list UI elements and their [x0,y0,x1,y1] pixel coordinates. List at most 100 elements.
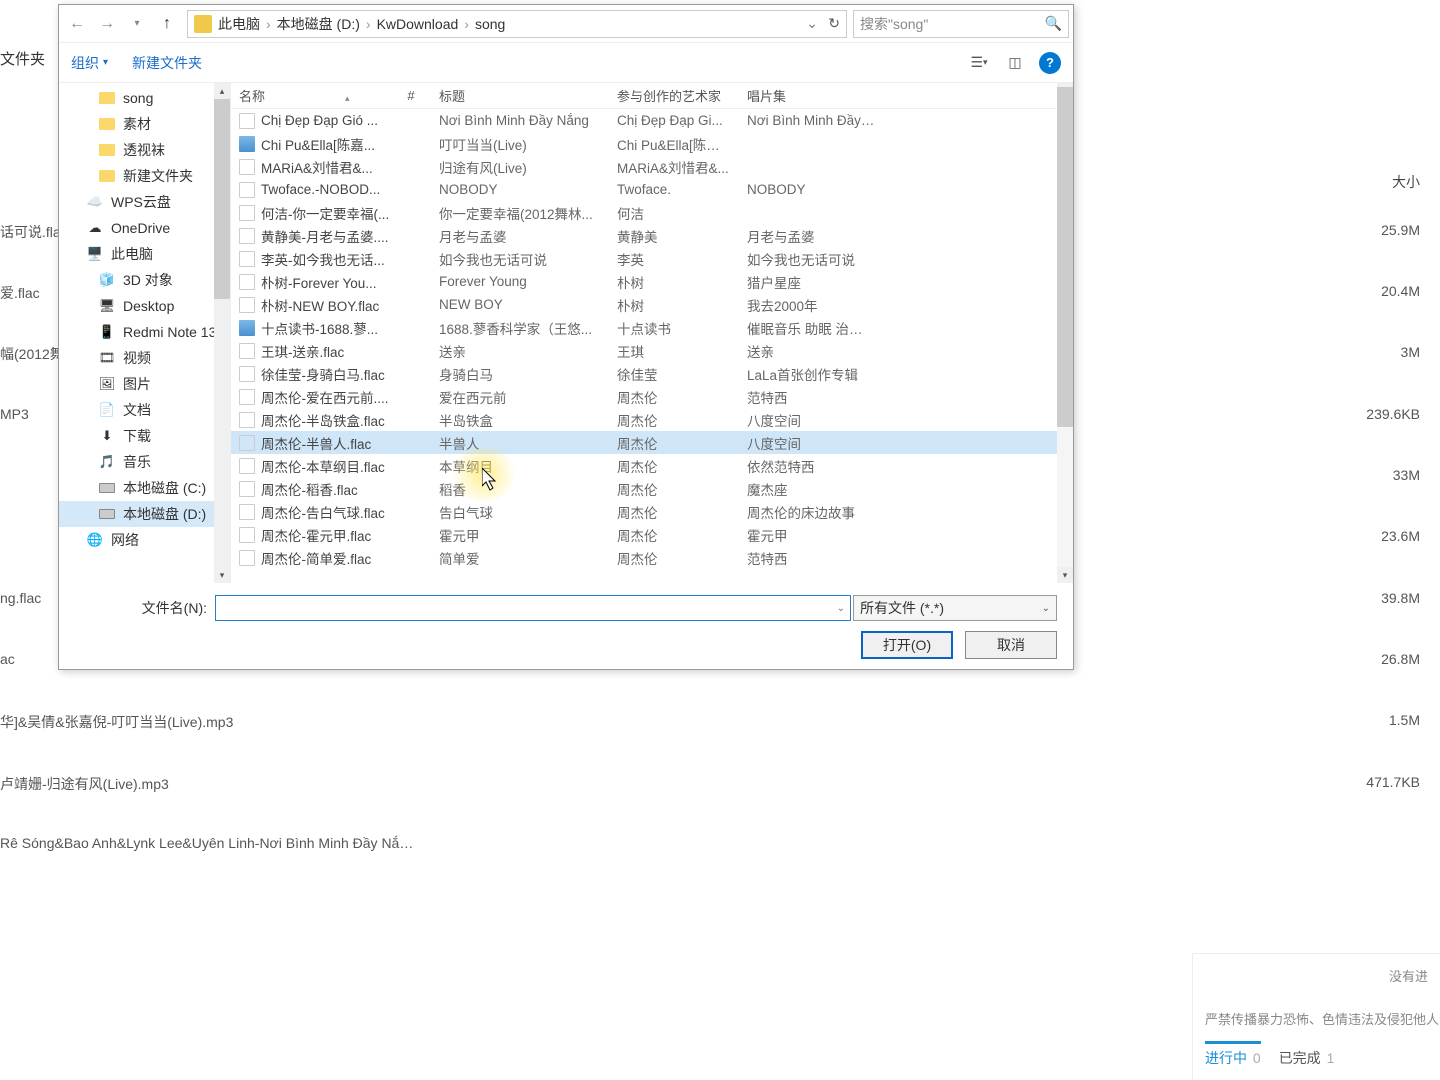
scroll-down-icon[interactable]: ▾ [214,567,230,583]
file-row[interactable]: 周杰伦-本草纲目.flac本草纲目周杰伦依然范特西 [231,454,1073,477]
sidebar-item[interactable]: 🌐网络 [59,527,230,553]
no-result-text: 没有进 [1205,966,1428,985]
nav-bar: ← → ▾ ↑ 此电脑› 本地磁盘 (D:)› KwDownload› song… [59,5,1073,43]
status-panel: 没有进 严禁传播暴力恐怖、色情违法及侵犯他人合法 进行中 0 已完成 1 [1192,953,1440,1080]
filename-input[interactable] [215,595,851,621]
file-icon [239,205,255,221]
bg-list-item[interactable]: 卢靖姗-归途有风(Live).mp3 [0,774,1440,794]
toolbar: 组织▾ 新建文件夹 ☰ ▾ ◫ ? [59,43,1073,83]
sidebar-scrollbar[interactable]: ▴ ▾ [214,83,230,583]
search-placeholder: 搜索"song" [860,14,928,34]
new-folder-button[interactable]: 新建文件夹 [132,53,202,73]
view-preview-icon[interactable]: ◫ [1003,51,1027,75]
bg-list-item[interactable]: 华]&吴倩&张嘉倪-叮叮当当(Live).mp3 [0,712,1440,732]
tree-label: 网络 [111,530,139,550]
video-icon: 🎞 [99,350,115,366]
bc-part[interactable]: 本地磁盘 (D:) [277,14,360,34]
refresh-button[interactable]: ↻ [828,15,840,32]
file-icon [239,274,255,290]
file-row[interactable]: 周杰伦-爱在西元前....爱在西元前周杰伦范特西 [231,385,1073,408]
search-input[interactable]: 搜索"song" 🔍 [853,10,1069,38]
file-row[interactable]: Twoface.-NOBOD...NOBODYTwoface.NOBODY [231,178,1073,201]
sidebar-item[interactable]: 本地磁盘 (C:) [59,475,230,501]
folder-icon [99,90,115,106]
sidebar-item[interactable]: 🎞视频 [59,345,230,371]
col-artist[interactable]: 参与创作的艺术家 [609,86,739,105]
scroll-up-icon[interactable]: ▴ [214,83,230,99]
breadcrumb[interactable]: 此电脑› 本地磁盘 (D:)› KwDownload› song ⌄ ↻ [187,10,847,38]
file-row[interactable]: 周杰伦-告白气球.flac告白气球周杰伦周杰伦的床边故事 [231,500,1073,523]
file-icon [239,228,255,244]
scroll-thumb[interactable] [214,99,230,299]
recent-dropdown[interactable]: ▾ [123,10,151,38]
breadcrumb-dropdown-icon[interactable]: ⌄ [806,15,818,32]
bg-size-value: 23.6M [1381,528,1420,544]
bc-part[interactable]: KwDownload [377,16,459,32]
filename-label: 文件名(N): [75,598,207,618]
file-row[interactable]: MARiA&刘惜君&...归途有风(Live)MARiA&刘惜君&... [231,155,1073,178]
pc-icon: 🖥️ [87,246,103,262]
sidebar-item[interactable]: 新建文件夹 [59,163,230,189]
sidebar-item[interactable]: 📱Redmi Note 13 [59,319,230,345]
up-button[interactable]: ↑ [153,10,181,38]
scroll-down-icon[interactable]: ▾ [1057,567,1073,583]
file-row[interactable]: 十点读书-1688.蓼...1688.蓼香科学家（王悠...十点读书催眠音乐 助… [231,316,1073,339]
file-row[interactable]: 周杰伦-半岛铁盒.flac半岛铁盒周杰伦八度空间 [231,408,1073,431]
file-icon [239,366,255,382]
music-icon: 🎵 [99,454,115,470]
tab-inprogress[interactable]: 进行中 0 [1205,1041,1261,1068]
sidebar-item[interactable]: ☁️WPS云盘 [59,189,230,215]
tree-label: Desktop [123,298,174,314]
sidebar-item[interactable]: 🖥Desktop [59,293,230,319]
sidebar-item[interactable]: ⬇下载 [59,423,230,449]
file-icon [239,458,255,474]
file-row[interactable]: 周杰伦-半兽人.flac半兽人周杰伦八度空间 [231,431,1073,454]
file-icon [239,504,255,520]
sidebar-item[interactable]: ☁OneDrive [59,215,230,241]
bg-list-item[interactable]: Rê Sóng&Bao Anh&Lynk Lee&Uyên Linh-Nơi B… [0,835,1440,851]
view-list-icon[interactable]: ☰ ▾ [967,51,991,75]
forward-button[interactable]: → [93,10,121,38]
bc-part[interactable]: 此电脑 [218,14,260,34]
file-row[interactable]: 王琪-送亲.flac送亲王琪送亲 [231,339,1073,362]
sidebar-item[interactable]: 🖼图片 [59,371,230,397]
col-num[interactable]: # [391,88,431,103]
col-name[interactable]: 名称▴ [231,86,391,105]
file-row[interactable]: Chi Pu&Ella[陈嘉...叮叮当当(Live)Chi Pu&Ella[陈… [231,132,1073,155]
file-row[interactable]: 黄静美-月老与孟婆....月老与孟婆黄静美月老与孟婆 [231,224,1073,247]
tree-label: 文档 [123,400,151,420]
file-row[interactable]: 朴树-Forever You...Forever Young朴树猎户星座 [231,270,1073,293]
bg-size-header: 大小 [1392,172,1420,192]
filename-dropdown-icon[interactable]: ⌄ [837,603,845,614]
back-button[interactable]: ← [63,10,91,38]
sidebar-item[interactable]: 本地磁盘 (D:) [59,501,230,527]
file-row[interactable]: 徐佳莹-身骑白马.flac身骑白马徐佳莹LaLa首张创作专辑 [231,362,1073,385]
sidebar-item[interactable]: 🖥️此电脑 [59,241,230,267]
file-row[interactable]: 何洁-你一定要幸福(...你一定要幸福(2012舞林...何洁 [231,201,1073,224]
file-row[interactable]: 周杰伦-稻香.flac稻香周杰伦魔杰座 [231,477,1073,500]
folder-icon [99,142,115,158]
filetype-select[interactable]: 所有文件 (*.*)⌄ [853,595,1057,621]
column-headers: 名称▴ # 标题 参与创作的艺术家 唱片集 [231,83,1073,109]
sidebar-item[interactable]: 🎵音乐 [59,449,230,475]
col-album[interactable]: 唱片集 [739,86,883,105]
file-row[interactable]: 朴树-NEW BOY.flacNEW BOY朴树我去2000年 [231,293,1073,316]
bc-part[interactable]: song [475,16,505,32]
sidebar-item[interactable]: 透视袜 [59,137,230,163]
open-button[interactable]: 打开(O) [861,631,953,659]
file-row[interactable]: 周杰伦-霍元甲.flac霍元甲周杰伦霍元甲 [231,523,1073,546]
file-row[interactable]: Chị Đẹp Đạp Gió ...Nơi Bình Minh Đầy Nắn… [231,109,1073,132]
list-scrollbar[interactable]: ▴ ▾ [1057,83,1073,583]
scroll-thumb[interactable] [1057,87,1073,427]
help-icon[interactable]: ? [1039,52,1061,74]
organize-menu[interactable]: 组织▾ [71,53,108,73]
file-row[interactable]: 周杰伦-简单爱.flac简单爱周杰伦范特西 [231,546,1073,569]
file-row[interactable]: 李英-如今我也无话...如今我也无话可说李英如今我也无话可说 [231,247,1073,270]
cancel-button[interactable]: 取消 [965,631,1057,659]
sidebar-item[interactable]: song [59,85,230,111]
col-title[interactable]: 标题 [431,86,609,105]
sidebar-item[interactable]: 🧊3D 对象 [59,267,230,293]
sidebar-item[interactable]: 📄文档 [59,397,230,423]
tab-done[interactable]: 已完成 1 [1279,1048,1335,1068]
sidebar-item[interactable]: 素材 [59,111,230,137]
